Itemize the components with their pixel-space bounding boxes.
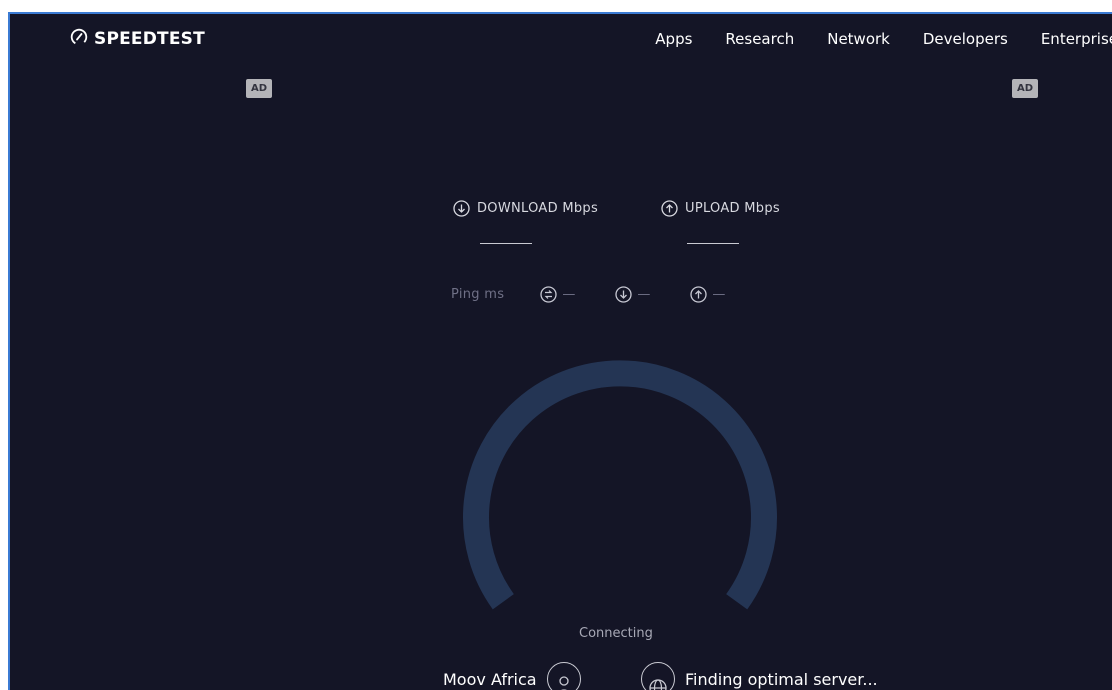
nav-enterprise[interactable]: Enterprise <box>1041 30 1112 48</box>
isp-name: Moov Africa <box>443 669 537 689</box>
ping-label: Ping ms <box>451 287 505 302</box>
ping-download: — <box>615 286 650 303</box>
speedtest-page: SPEEDTEST Apps Research Network Develope… <box>8 12 1112 690</box>
upload-metric: UPLOAD Mbps <box>661 200 780 217</box>
ad-badge-left[interactable]: AD <box>246 79 272 98</box>
connection-status: Connecting <box>579 626 653 641</box>
nav-apps[interactable]: Apps <box>655 30 692 48</box>
arrow-up-circle-icon <box>661 200 678 217</box>
speedtest-logo[interactable]: SPEEDTEST <box>70 28 205 50</box>
ping-row: Ping ms — — — <box>451 286 765 303</box>
server-status: Finding optimal server... <box>685 669 878 689</box>
globe-icon <box>641 662 675 690</box>
ping-upload-value: — <box>712 287 726 302</box>
upload-label: UPLOAD Mbps <box>685 201 780 216</box>
download-metric: DOWNLOAD Mbps <box>453 200 598 217</box>
ad-badge-right[interactable]: AD <box>1012 79 1038 98</box>
ping-idle-value: — <box>562 287 576 302</box>
download-label: DOWNLOAD Mbps <box>477 201 599 216</box>
arrow-up-circle-icon <box>690 286 707 303</box>
ping-upload: — <box>690 286 725 303</box>
nav-network[interactable]: Network <box>827 30 890 48</box>
arrow-down-circle-icon <box>453 200 470 217</box>
nav-developers[interactable]: Developers <box>923 30 1008 48</box>
user-icon <box>546 662 581 690</box>
exchange-circle-icon <box>540 286 557 303</box>
ping-download-value: — <box>637 287 651 302</box>
upload-value-placeholder <box>687 243 739 244</box>
speed-gauge <box>458 351 788 635</box>
logo-text: SPEEDTEST <box>94 29 205 49</box>
nav-research[interactable]: Research <box>725 30 794 48</box>
server-info[interactable]: Finding optimal server... <box>641 662 878 690</box>
main-nav: Apps Research Network Developers Enterpr… <box>622 30 1112 48</box>
speedometer-icon <box>70 28 88 50</box>
isp-info[interactable]: Moov Africa <box>443 662 581 690</box>
arrow-down-circle-icon <box>615 286 632 303</box>
download-value-placeholder <box>480 243 532 244</box>
ping-idle: — <box>540 286 575 303</box>
